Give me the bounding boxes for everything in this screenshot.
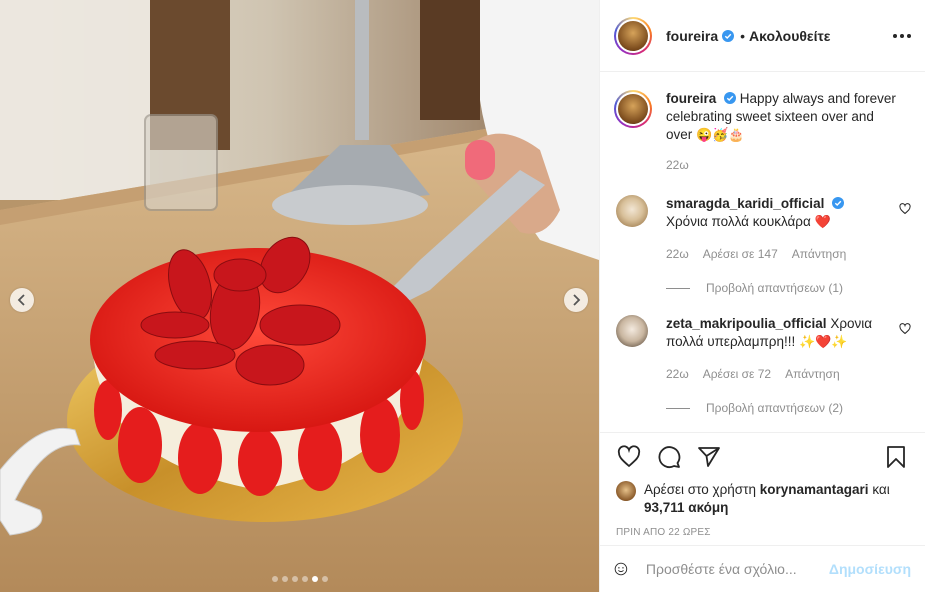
action-bar <box>616 433 909 481</box>
author-username[interactable]: foureira <box>666 28 718 44</box>
post-header: foureira • Ακολουθείτε <box>600 0 925 72</box>
bookmark-icon <box>887 446 905 468</box>
view-replies-button[interactable]: Προβολή απαντήσεων (2) <box>666 401 911 415</box>
author-avatar[interactable] <box>614 16 652 55</box>
post-actions-section: Αρέσει στο χρήστη korynamantagari και 93… <box>600 432 925 538</box>
comment-reply-button[interactable]: Απάντηση <box>785 365 840 383</box>
commenter-avatar[interactable] <box>616 315 648 347</box>
comment-time[interactable]: 22ω <box>666 245 689 263</box>
liker-avatar[interactable] <box>616 481 636 501</box>
verified-badge-icon <box>722 29 735 42</box>
likes-middle: και <box>872 482 890 497</box>
comment-item: smaragda_karidi_official Χρόνια πολλά κο… <box>614 195 911 263</box>
following-status-button[interactable]: Ακολουθείτε <box>749 28 830 44</box>
liker-username[interactable]: korynamantagari <box>760 482 869 497</box>
post-timestamp[interactable]: ΠΡΙΝ ΑΠΟ 22 ΩΡΕΣ <box>616 527 909 538</box>
post-side-panel: foureira • Ακολουθείτε foureira Happy al… <box>599 0 925 592</box>
add-comment-input[interactable] <box>643 560 829 578</box>
post-caption: foureira Happy always and forever celebr… <box>614 72 911 174</box>
caption-username[interactable]: foureira <box>666 91 716 106</box>
cake-photo-image <box>0 0 599 592</box>
carousel-dot <box>291 576 298 582</box>
view-replies-button[interactable]: Προβολή απαντήσεων (1) <box>666 281 911 295</box>
comments-list[interactable]: foureira Happy always and forever celebr… <box>600 72 925 432</box>
verified-badge-icon <box>724 92 737 104</box>
post-comment-button[interactable]: Δημοσίευση <box>829 561 911 577</box>
commenter-username[interactable]: zeta_makripoulia_official <box>666 316 827 331</box>
comment-likes-count[interactable]: Αρέσει σε 147 <box>703 245 778 263</box>
view-replies-label: Προβολή απαντήσεων (1) <box>706 281 844 295</box>
caption-avatar[interactable] <box>614 90 652 128</box>
carousel-dot <box>321 576 328 582</box>
likes-summary: Αρέσει στο χρήστη korynamantagari και 93… <box>616 481 909 517</box>
comment-emojis: ✨❤️✨ <box>799 334 848 349</box>
commenter-avatar[interactable] <box>616 195 648 227</box>
heart-icon[interactable] <box>899 323 911 335</box>
header-separator: • <box>740 27 746 44</box>
comment-likes-count[interactable]: Αρέσει σε 72 <box>703 365 771 383</box>
chevron-right-icon <box>573 294 581 306</box>
chevron-left-icon <box>17 294 25 306</box>
save-button[interactable] <box>883 444 909 470</box>
comment-text: Χρόνια πολλά κουκλάρα <box>666 214 811 229</box>
carousel-dot <box>281 576 288 582</box>
likes-others-count[interactable]: 93,711 ακόμη <box>644 500 728 515</box>
carousel-next-button[interactable] <box>564 288 588 312</box>
comment-icon <box>658 446 681 469</box>
verified-badge-icon <box>832 197 845 209</box>
more-horizontal-icon <box>893 33 897 38</box>
carousel-dot <box>301 576 308 582</box>
caption-time[interactable]: 22ω <box>666 156 896 174</box>
carousel-dot <box>271 576 278 582</box>
emoji-icon[interactable] <box>614 556 628 582</box>
replies-divider <box>666 287 690 289</box>
carousel-dots <box>0 576 599 582</box>
comment-reply-button[interactable]: Απάντηση <box>792 245 847 263</box>
commenter-username[interactable]: smaragda_karidi_official <box>666 196 824 211</box>
carousel-prev-button[interactable] <box>10 288 34 312</box>
like-button[interactable] <box>616 444 642 470</box>
caption-emojis: 😜🥳🎂 <box>696 127 745 142</box>
comment-item: zeta_makripoulia_official Χρονια πολλά υ… <box>614 315 911 383</box>
share-icon <box>698 447 720 467</box>
comment-time[interactable]: 22ω <box>666 365 689 383</box>
likes-prefix: Αρέσει στο χρήστη <box>644 482 756 497</box>
carousel-dot <box>311 576 318 582</box>
post-photo[interactable] <box>0 0 599 592</box>
more-options-button[interactable] <box>893 28 911 44</box>
replies-divider <box>666 407 690 409</box>
share-button[interactable] <box>696 444 722 470</box>
heart-icon[interactable] <box>899 203 911 215</box>
view-replies-label: Προβολή απαντήσεων (2) <box>706 401 844 415</box>
comment-emojis: ❤️ <box>814 214 831 229</box>
comment-button[interactable] <box>656 444 682 470</box>
add-comment-bar: Δημοσίευση <box>600 545 925 592</box>
heart-icon <box>617 445 641 468</box>
